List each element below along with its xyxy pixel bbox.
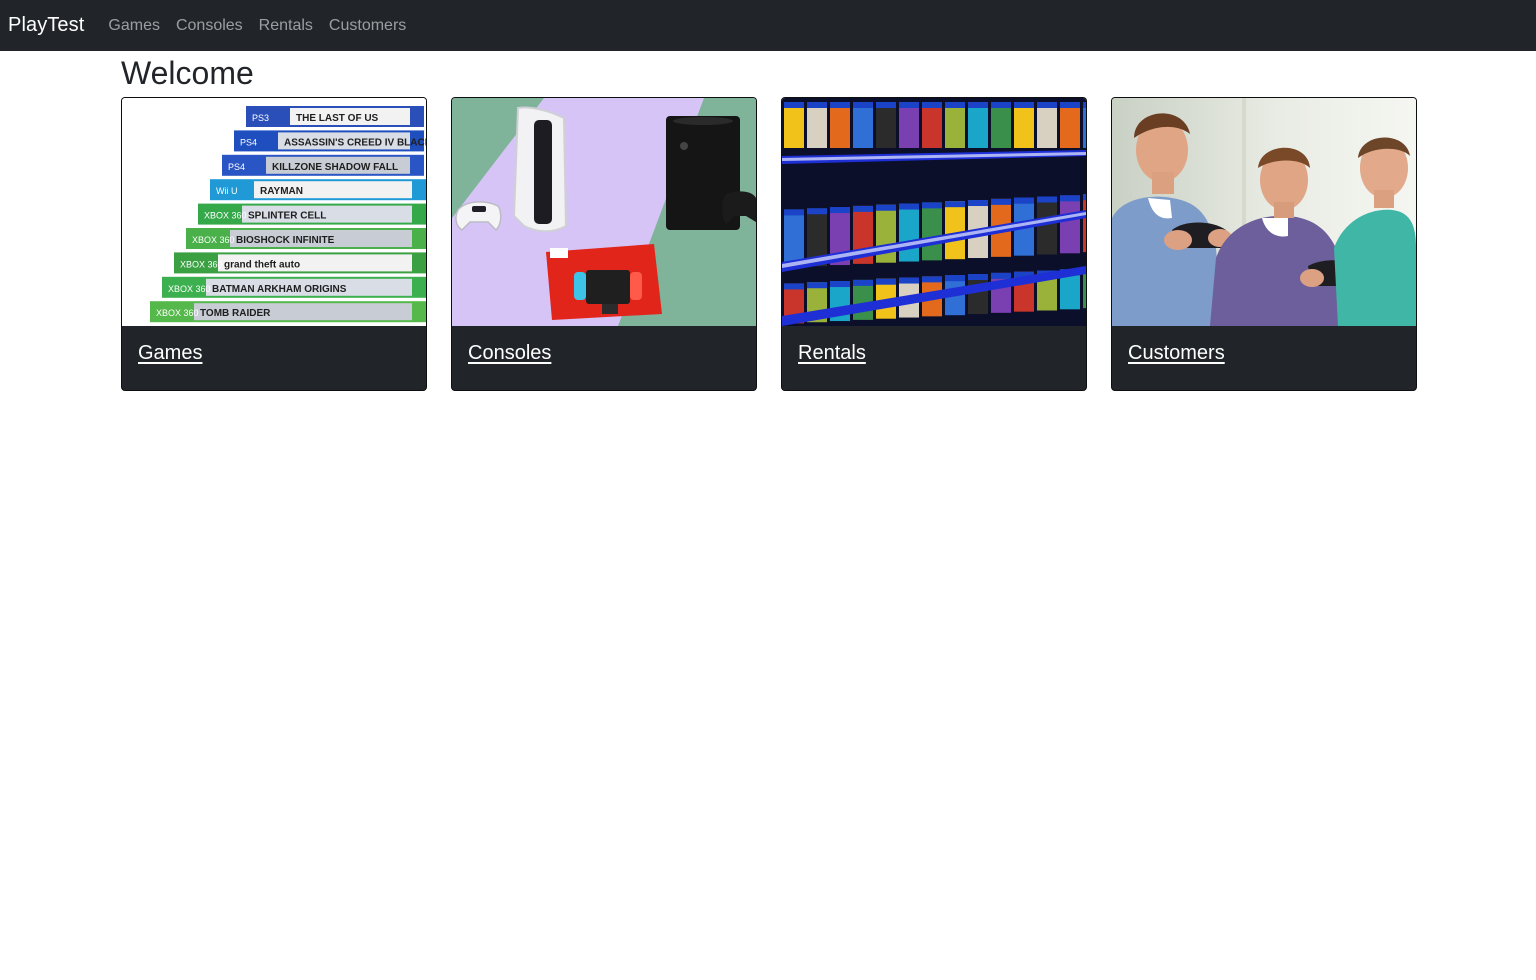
svg-text:SPLINTER CELL: SPLINTER CELL [248, 211, 326, 222]
svg-text:PS3: PS3 [252, 113, 269, 123]
svg-text:KILLZONE SHADOW FALL: KILLZONE SHADOW FALL [272, 162, 398, 173]
nav-link-games[interactable]: Games [108, 17, 168, 35]
friends-gaming-image [1112, 98, 1416, 326]
rentals-card: Rentals [781, 97, 1087, 391]
consoles-image [452, 98, 756, 326]
svg-text:ASSASSIN'S CREED IV BLACK FLAG: ASSASSIN'S CREED IV BLACK FLAG [284, 137, 426, 148]
card-grid: PS3 THE LAST OF US PS4 ASSASSIN'S CREED IV … [121, 97, 1417, 391]
games-card-body: Games [122, 326, 426, 381]
top-navbar: PlayTest Games Consoles Rentals Customer… [0, 0, 1536, 51]
svg-text:BIOSHOCK INFINITE: BIOSHOCK INFINITE [236, 235, 335, 246]
games-card-link[interactable]: Games [138, 342, 202, 364]
svg-text:Wii U: Wii U [216, 186, 238, 196]
nintendo-switch-box-icon [546, 244, 662, 320]
brand-link[interactable]: PlayTest [8, 14, 84, 37]
page-title: Welcome [121, 55, 254, 91]
svg-text:RAYMAN: RAYMAN [260, 186, 303, 197]
svg-text:grand theft auto: grand theft auto [224, 259, 300, 270]
customers-card-body: Customers [1112, 326, 1416, 381]
nav-link-consoles[interactable]: Consoles [168, 17, 251, 35]
nav-link-customers[interactable]: Customers [321, 17, 414, 35]
consoles-card: Consoles [451, 97, 757, 391]
svg-text:XBOX 360: XBOX 360 [180, 259, 223, 269]
ps5-console-icon [512, 106, 568, 233]
svg-text:XBOX 360: XBOX 360 [192, 235, 235, 245]
rentals-card-body: Rentals [782, 326, 1086, 381]
svg-text:XBOX 360: XBOX 360 [168, 284, 211, 294]
rentals-card-link[interactable]: Rentals [798, 342, 866, 364]
nav-links: Games Consoles Rentals Customers [108, 17, 414, 35]
svg-text:THE LAST OF US: THE LAST OF US [296, 113, 379, 124]
consoles-card-link[interactable]: Consoles [468, 342, 551, 364]
customers-card-link[interactable]: Customers [1128, 342, 1225, 364]
nav-link-rentals[interactable]: Rentals [251, 17, 321, 35]
svg-text:PS4: PS4 [228, 162, 245, 172]
consoles-card-body: Consoles [452, 326, 756, 381]
svg-text:XBOX 360: XBOX 360 [204, 211, 247, 221]
svg-text:PS4: PS4 [240, 137, 257, 147]
customers-card: Customers [1111, 97, 1417, 391]
game-case-stack-image: PS3 THE LAST OF US PS4 ASSASSIN'S CREED IV … [122, 98, 426, 326]
games-card: PS3 THE LAST OF US PS4 ASSASSIN'S CREED IV … [121, 97, 427, 391]
svg-text:XBOX 360: XBOX 360 [156, 308, 199, 318]
svg-text:BATMAN ARKHAM ORIGINS: BATMAN ARKHAM ORIGINS [212, 284, 347, 295]
store-shelf-image [782, 98, 1086, 326]
svg-text:TOMB RAIDER: TOMB RAIDER [200, 308, 271, 319]
